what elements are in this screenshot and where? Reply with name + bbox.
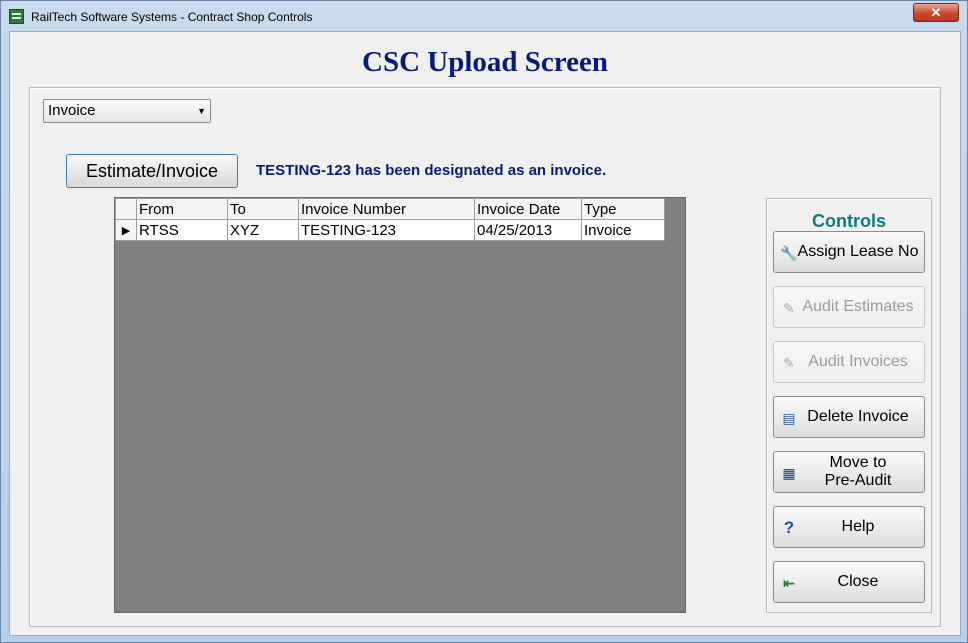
- cell-from[interactable]: RTSS: [136, 219, 228, 241]
- column-header-invoice-date[interactable]: Invoice Date: [474, 198, 582, 220]
- grid-header-row: From To Invoice Number Invoice Date Type: [115, 198, 665, 220]
- controls-panel: Controls 🔧 Assign Lease No ✎ Audit Estim…: [766, 198, 932, 613]
- status-message: TESTING-123 has been designated as an in…: [256, 162, 607, 179]
- help-label: Help: [841, 518, 875, 535]
- close-label: Close: [837, 573, 879, 590]
- screen-title: CSC Upload Screen: [362, 46, 608, 78]
- help-button[interactable]: ? Help: [773, 506, 925, 548]
- table-row[interactable]: ▶ RTSS XYZ TESTING-123 04/25/2013 Invoic…: [115, 219, 665, 241]
- document-type-value: Invoice: [48, 102, 96, 119]
- assign-lease-no-button[interactable]: 🔧 Assign Lease No: [773, 231, 925, 273]
- audit-invoices-button[interactable]: ✎ Audit Invoices: [773, 341, 925, 383]
- close-button[interactable]: ⇤ Close: [773, 561, 925, 603]
- move-to-label-line2: Pre-Audit: [824, 472, 892, 489]
- move-to-label-line1: Move to: [829, 454, 887, 471]
- app-icon: [9, 9, 24, 24]
- delete-invoice-label: Delete Invoice: [807, 408, 909, 425]
- column-header-type[interactable]: Type: [581, 198, 665, 220]
- column-header-invoice-number[interactable]: Invoice Number: [298, 198, 475, 220]
- cell-invoice-date[interactable]: 04/25/2013: [474, 219, 582, 241]
- move-to-pre-audit-button[interactable]: ▦ Move to Pre-Audit: [773, 451, 925, 493]
- window-close-button[interactable]: ✕: [913, 3, 959, 22]
- dropdown-arrow-icon[interactable]: ▼: [197, 100, 206, 122]
- cell-type[interactable]: Invoice: [581, 219, 665, 241]
- column-header-from[interactable]: From: [136, 198, 228, 220]
- window-title: RailTech Software Systems - Contract Sho…: [31, 10, 313, 24]
- controls-title: Controls: [812, 211, 886, 231]
- audit-estimates-button[interactable]: ✎ Audit Estimates: [773, 286, 925, 328]
- title-bar[interactable]: RailTech Software Systems - Contract Sho…: [1, 1, 967, 31]
- delete-invoice-button[interactable]: ▤ Delete Invoice: [773, 396, 925, 438]
- row-selector-arrow-icon[interactable]: ▶: [115, 219, 137, 241]
- estimate-invoice-button[interactable]: Estimate/Invoice: [66, 154, 238, 188]
- move-to-pre-audit-label: Move to Pre-Audit: [796, 452, 920, 492]
- app-window: RailTech Software Systems - Contract Sho…: [0, 0, 968, 643]
- row-selector-header: [115, 198, 137, 220]
- invoice-grid[interactable]: From To Invoice Number Invoice Date Type…: [114, 197, 686, 613]
- audit-invoices-label: Audit Invoices: [808, 353, 908, 370]
- document-type-select[interactable]: Invoice ▼: [43, 99, 211, 123]
- column-header-to[interactable]: To: [227, 198, 299, 220]
- invoice-table: From To Invoice Number Invoice Date Type…: [115, 198, 665, 241]
- cell-to[interactable]: XYZ: [227, 219, 299, 241]
- audit-estimates-label: Audit Estimates: [802, 298, 914, 315]
- cell-invoice-number[interactable]: TESTING-123: [298, 219, 475, 241]
- assign-lease-no-label: Assign Lease No: [797, 243, 919, 260]
